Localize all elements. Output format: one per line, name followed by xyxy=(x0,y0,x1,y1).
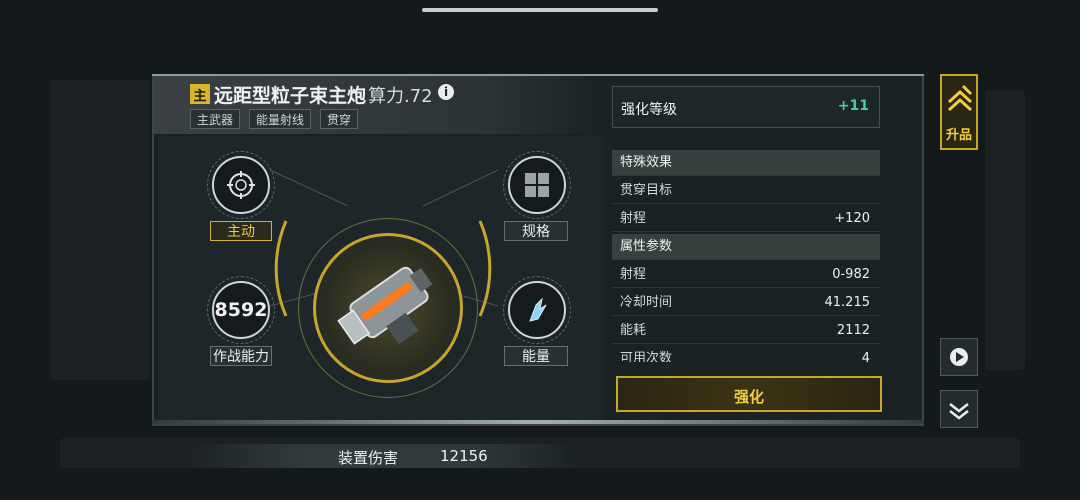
tag-main-weapon: 主武器 xyxy=(190,109,241,129)
spec-label[interactable]: 规格 xyxy=(504,221,568,241)
weapon-display-area: 主动 规格 8592 作战能力 能量 装置伤害 12156 xyxy=(158,136,604,468)
enhance-level-value: +11 xyxy=(837,98,869,114)
stat-value: 4 xyxy=(861,351,870,362)
tag-energy-beam: 能量射线 xyxy=(249,109,312,129)
strengthen-button[interactable]: 强化 xyxy=(616,376,882,412)
background-panel-left xyxy=(50,80,150,380)
weapon-detail-panel: 主 远距型粒子束主炮 算力.72 i 主武器 能量射线 贯穿 主动 规格 859… xyxy=(152,74,924,468)
list-item: 贯穿目标 xyxy=(612,178,880,204)
device-damage-value: 12156 xyxy=(440,447,488,465)
main-weapon-badge: 主 xyxy=(190,84,210,104)
tag-penetrate: 贯穿 xyxy=(320,109,359,129)
list-item: 射程 +120 xyxy=(612,206,880,232)
background-panel-right xyxy=(985,90,1025,370)
device-damage-row: 装置伤害 12156 xyxy=(188,444,578,468)
energy-label[interactable]: 能量 xyxy=(504,346,568,366)
computing-power: 算力.72 xyxy=(368,86,433,107)
stat-label: 可用次数 xyxy=(620,351,673,362)
active-skill-label[interactable]: 主动 xyxy=(210,221,272,241)
energy-crystal-icon xyxy=(529,297,547,322)
combat-power-label: 作战能力 xyxy=(210,346,272,366)
weapon-name: 远距型粒子束主炮 xyxy=(214,85,367,107)
special-effects-header: 特殊效果 xyxy=(612,150,880,176)
strengthen-button-label: 强化 xyxy=(733,388,764,406)
play-icon xyxy=(950,348,968,366)
attributes-title: 属性参数 xyxy=(620,239,673,254)
switch-button[interactable] xyxy=(940,390,978,428)
play-button[interactable] xyxy=(940,338,978,376)
active-skill-button[interactable] xyxy=(207,151,275,219)
weapon-image-frame xyxy=(313,233,463,383)
energy-button[interactable] xyxy=(503,276,571,344)
stat-value: 41.215 xyxy=(824,295,871,310)
weapon-header: 主 远距型粒子束主炮 算力.72 i 主武器 能量射线 贯穿 xyxy=(154,76,602,134)
stat-value: +120 xyxy=(834,211,870,226)
stat-value: 0-982 xyxy=(832,267,870,282)
enhance-level-label: 强化等级 xyxy=(621,102,677,118)
spec-button[interactable] xyxy=(503,151,571,219)
info-icon[interactable]: i xyxy=(438,84,454,100)
list-item: 能耗 2112 xyxy=(612,318,880,344)
upgrade-arrow-icon xyxy=(947,84,973,112)
list-item: 射程 0-982 xyxy=(612,262,880,288)
upgrade-grade-label: 升品 xyxy=(945,128,972,143)
upgrade-grade-button[interactable]: 升品 xyxy=(940,74,978,150)
stat-label: 射程 xyxy=(620,211,647,226)
home-indicator xyxy=(422,8,658,12)
special-effects-title: 特殊效果 xyxy=(620,155,673,170)
device-damage-label: 装置伤害 xyxy=(338,449,399,467)
combat-power-value: 8592 xyxy=(207,276,275,344)
stat-label: 射程 xyxy=(620,267,647,282)
cannon-icon xyxy=(337,266,433,345)
target-icon xyxy=(227,171,255,199)
stat-label: 贯穿目标 xyxy=(620,183,673,198)
enhance-level-box: 强化等级 +11 xyxy=(612,86,880,128)
stat-value: 2112 xyxy=(836,323,870,338)
list-item: 可用次数 4 xyxy=(612,346,880,362)
panel-bottom-border xyxy=(152,420,924,424)
panel-top-border xyxy=(152,74,924,76)
stat-label: 能耗 xyxy=(620,323,647,338)
chevrons-icon xyxy=(949,403,969,420)
stats-list[interactable]: 特殊效果 贯穿目标 射程 +120 属性参数 射程 0-982 冷却时间 41.… xyxy=(612,150,880,362)
stat-label: 冷却时间 xyxy=(620,295,673,310)
grid-icon xyxy=(525,173,549,197)
attributes-header: 属性参数 xyxy=(612,234,880,260)
list-item: 冷却时间 41.215 xyxy=(612,290,880,316)
